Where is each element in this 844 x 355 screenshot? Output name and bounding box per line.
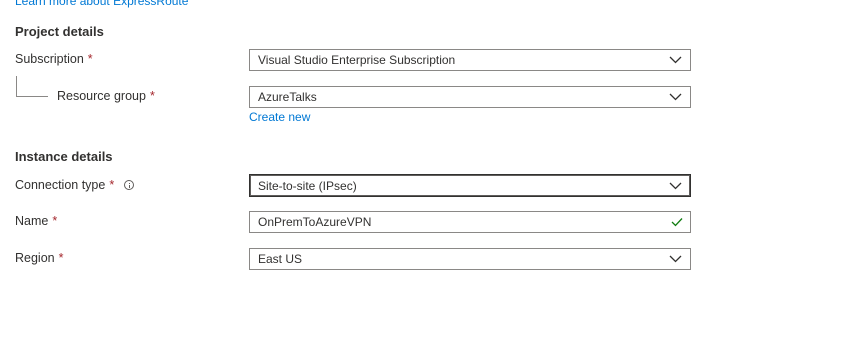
region-value: East US: [258, 252, 303, 266]
create-connection-form: Learn more about ExpressRoute Project de…: [0, 0, 844, 355]
project-details-heading: Project details: [15, 24, 104, 39]
name-label: Name *: [15, 214, 57, 228]
learn-more-link[interactable]: Learn more about ExpressRoute: [15, 0, 188, 8]
subscription-label-text: Subscription: [15, 52, 84, 66]
required-marker: *: [87, 52, 93, 66]
chevron-down-icon: [664, 50, 686, 70]
chevron-down-icon: [664, 249, 686, 269]
subscription-label: Subscription *: [15, 52, 93, 66]
resource-group-value: AzureTalks: [258, 90, 317, 104]
name-input[interactable]: OnPremToAzureVPN: [249, 211, 691, 233]
connection-type-label: Connection type *: [15, 178, 135, 192]
create-new-resource-group-link[interactable]: Create new: [249, 110, 310, 124]
name-label-text: Name: [15, 214, 49, 228]
required-marker: *: [109, 178, 115, 192]
info-icon[interactable]: [124, 180, 135, 190]
instance-details-heading: Instance details: [15, 149, 113, 164]
resource-group-label-text: Resource group: [57, 89, 146, 103]
region-dropdown[interactable]: East US: [249, 248, 691, 270]
required-marker: *: [58, 251, 64, 265]
region-label-text: Region: [15, 251, 55, 265]
subscription-value: Visual Studio Enterprise Subscription: [258, 53, 456, 67]
connection-type-dropdown[interactable]: Site-to-site (IPsec): [249, 174, 691, 197]
connection-type-label-text: Connection type: [15, 178, 106, 192]
tree-connector-line: [16, 76, 48, 97]
chevron-down-icon: [664, 87, 686, 107]
subscription-dropdown[interactable]: Visual Studio Enterprise Subscription: [249, 49, 691, 71]
region-label: Region *: [15, 251, 64, 265]
required-marker: *: [52, 214, 58, 228]
checkmark-icon: [666, 212, 688, 232]
connection-type-value: Site-to-site (IPsec): [258, 178, 357, 193]
chevron-down-icon: [664, 176, 686, 196]
required-marker: *: [149, 89, 155, 103]
resource-group-label: Resource group *: [57, 89, 155, 103]
name-value: OnPremToAzureVPN: [258, 215, 372, 229]
resource-group-dropdown[interactable]: AzureTalks: [249, 86, 691, 108]
